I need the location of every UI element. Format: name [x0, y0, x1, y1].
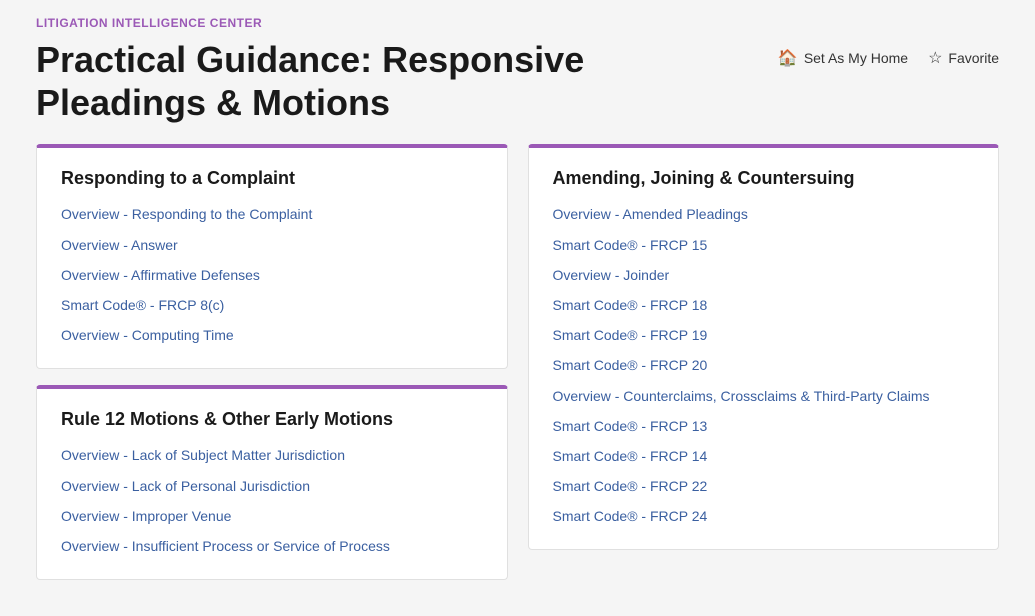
star-icon: ☆ [928, 48, 942, 68]
amending-joining-title: Amending, Joining & Countersuing [553, 168, 975, 189]
link-counterclaims[interactable]: Overview - Counterclaims, Crossclaims & … [553, 387, 975, 405]
link-answer[interactable]: Overview - Answer [61, 236, 483, 254]
link-frcp-15[interactable]: Smart Code® - FRCP 15 [553, 236, 975, 254]
right-column: Amending, Joining & Countersuing Overvie… [528, 144, 1000, 580]
link-responding-complaint[interactable]: Overview - Responding to the Complaint [61, 205, 483, 223]
responding-complaint-title: Responding to a Complaint [61, 168, 483, 189]
rule12-motions-card: Rule 12 Motions & Other Early Motions Ov… [36, 385, 508, 580]
rule12-motions-title: Rule 12 Motions & Other Early Motions [61, 409, 483, 430]
set-home-button[interactable]: 🏠 Set As My Home [778, 48, 908, 68]
link-affirmative-defenses[interactable]: Overview - Affirmative Defenses [61, 266, 483, 284]
link-frcp-24[interactable]: Smart Code® - FRCP 24 [553, 507, 975, 525]
responding-complaint-card: Responding to a Complaint Overview - Res… [36, 144, 508, 369]
link-subject-matter-jurisdiction[interactable]: Overview - Lack of Subject Matter Jurisd… [61, 446, 483, 464]
left-column: Responding to a Complaint Overview - Res… [36, 144, 508, 580]
page-title: Practical Guidance: Responsive Pleadings… [36, 38, 636, 124]
link-joinder[interactable]: Overview - Joinder [553, 266, 975, 284]
link-computing-time[interactable]: Overview - Computing Time [61, 326, 483, 344]
link-personal-jurisdiction[interactable]: Overview - Lack of Personal Jurisdiction [61, 477, 483, 495]
link-insufficient-process[interactable]: Overview - Insufficient Process or Servi… [61, 537, 483, 555]
link-frcp-14[interactable]: Smart Code® - FRCP 14 [553, 447, 975, 465]
link-frcp-20[interactable]: Smart Code® - FRCP 20 [553, 356, 975, 374]
link-frcp-22[interactable]: Smart Code® - FRCP 22 [553, 477, 975, 495]
litigation-label: LITIGATION INTELLIGENCE CENTER [36, 16, 999, 30]
amending-joining-card: Amending, Joining & Countersuing Overvie… [528, 144, 1000, 550]
link-frcp-19[interactable]: Smart Code® - FRCP 19 [553, 326, 975, 344]
link-amended-pleadings[interactable]: Overview - Amended Pleadings [553, 205, 975, 223]
home-icon: 🏠 [778, 48, 798, 68]
link-frcp-8c[interactable]: Smart Code® - FRCP 8(c) [61, 296, 483, 314]
link-improper-venue[interactable]: Overview - Improper Venue [61, 507, 483, 525]
link-frcp-18[interactable]: Smart Code® - FRCP 18 [553, 296, 975, 314]
favorite-label: Favorite [948, 50, 999, 66]
link-frcp-13[interactable]: Smart Code® - FRCP 13 [553, 417, 975, 435]
set-home-label: Set As My Home [804, 50, 908, 66]
favorite-button[interactable]: ☆ Favorite [928, 48, 999, 68]
